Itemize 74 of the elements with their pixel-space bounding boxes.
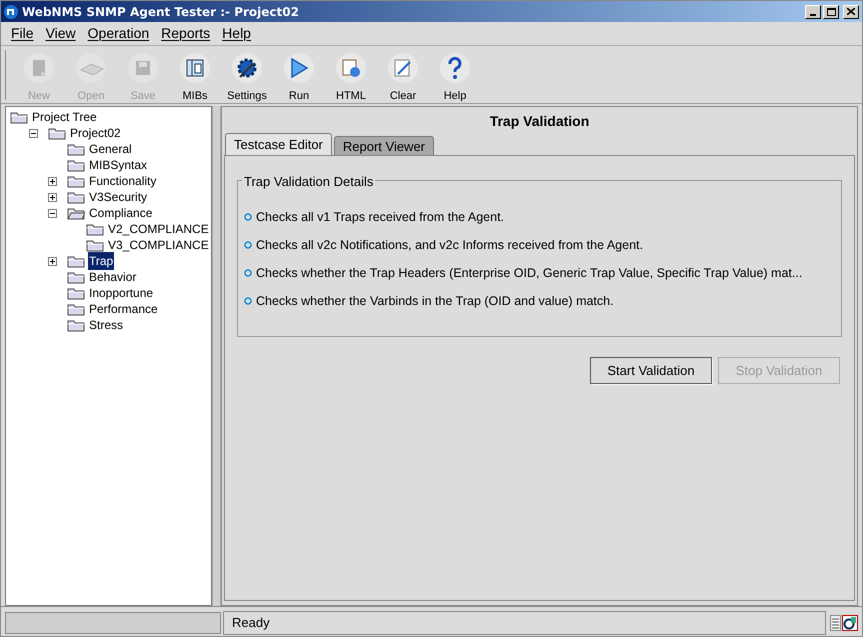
expand-icon[interactable] — [48, 176, 57, 186]
folder-icon — [67, 174, 85, 188]
menu-item[interactable]: File — [11, 23, 34, 44]
window-title: WebNMS SNMP Agent Tester :- Project02 — [22, 4, 299, 20]
tree-item[interactable]: Stress — [88, 316, 124, 334]
folder-icon — [67, 206, 85, 220]
help-icon — [439, 52, 471, 84]
play-icon — [283, 52, 315, 84]
status-text: Ready — [232, 614, 270, 632]
menu-item[interactable]: Help — [222, 23, 251, 44]
collapse-icon[interactable] — [29, 128, 38, 138]
folder-icon — [10, 110, 28, 124]
bullet-icon — [244, 297, 252, 305]
toolbar-button[interactable]: Clear — [377, 52, 429, 104]
bullet-text: Checks all v1 Traps received from the Agent. — [256, 208, 504, 226]
maximize-button[interactable] — [823, 4, 839, 18]
bullet-icon — [244, 213, 252, 221]
toolbar-button[interactable]: HTML — [325, 52, 377, 104]
validation-button[interactable]: Start Validation — [590, 357, 712, 384]
list-icon — [830, 614, 841, 630]
tab[interactable]: Report Viewer — [334, 136, 434, 155]
tree-item[interactable]: Trap — [88, 252, 114, 270]
folder-icon — [48, 126, 66, 140]
expand-icon[interactable] — [48, 256, 57, 266]
folder-icon — [67, 286, 85, 300]
folder-icon — [67, 142, 85, 156]
columns-icon — [179, 52, 211, 84]
tree-item[interactable]: Inopportune — [88, 284, 154, 302]
floppy-disk-icon — [127, 52, 159, 84]
folder-icon — [86, 222, 104, 236]
maximize-icon — [826, 8, 836, 16]
folder-icon — [67, 190, 85, 204]
folder-icon — [86, 238, 104, 252]
tree-item[interactable]: Functionality — [88, 172, 158, 190]
folder-icon — [67, 158, 85, 172]
bullet-icon — [244, 269, 252, 277]
close-icon — [847, 8, 855, 15]
toolbar-button[interactable]: Run — [273, 52, 325, 104]
tree-item[interactable]: V3Security — [88, 188, 148, 206]
toolbar-button[interactable]: Settings — [221, 52, 273, 104]
web-page-icon — [335, 52, 367, 84]
tree-item[interactable]: V3_COMPLIANCE — [107, 236, 210, 254]
tree-item[interactable]: Performance — [88, 300, 159, 318]
toolbar-button[interactable]: Help — [429, 52, 481, 104]
tree-item[interactable]: MIBSyntax — [88, 156, 148, 174]
folder-icon — [67, 318, 85, 332]
close-button[interactable] — [843, 4, 859, 18]
collapse-icon[interactable] — [48, 208, 57, 218]
minimize-button[interactable] — [805, 4, 821, 18]
folder-icon — [67, 254, 85, 268]
folder-icon — [67, 270, 85, 284]
tree-item[interactable]: Compliance — [88, 204, 154, 222]
bullet-icon — [244, 241, 252, 249]
document-icon — [23, 52, 55, 84]
bullet-text: Checks whether the Varbinds in the Trap (OID and value) match. — [256, 292, 614, 310]
bullet-text: Checks whether the Trap Headers (Enterprise OID, Generic Trap Value, Specific Trap Value) mat... — [256, 264, 802, 282]
menu-item[interactable]: Reports — [161, 23, 210, 44]
log-icon — [842, 614, 858, 630]
folder-icon — [67, 302, 85, 316]
expand-icon[interactable] — [48, 192, 57, 202]
tab[interactable]: Testcase Editor — [225, 133, 332, 155]
bullet-text: Checks all v2c Notifications, and v2c Informs received from the Agent. — [256, 236, 643, 254]
app-logo-icon — [4, 4, 18, 18]
toolbar-button[interactable]: MIBs — [169, 52, 221, 104]
settings-icon — [231, 52, 263, 84]
minimize-icon — [810, 14, 816, 16]
tree-item[interactable]: Project Tree — [31, 108, 98, 126]
tree-item[interactable]: Project02 — [69, 124, 122, 142]
tree-item[interactable]: V2_COMPLIANCE — [107, 220, 210, 238]
tree-item[interactable]: General — [88, 140, 133, 158]
menu-item[interactable]: View — [46, 23, 76, 44]
menu-item[interactable]: Operation — [88, 23, 150, 44]
panel-title: Trap Validation — [488, 112, 590, 131]
tree-item[interactable]: Behavior — [88, 268, 138, 286]
